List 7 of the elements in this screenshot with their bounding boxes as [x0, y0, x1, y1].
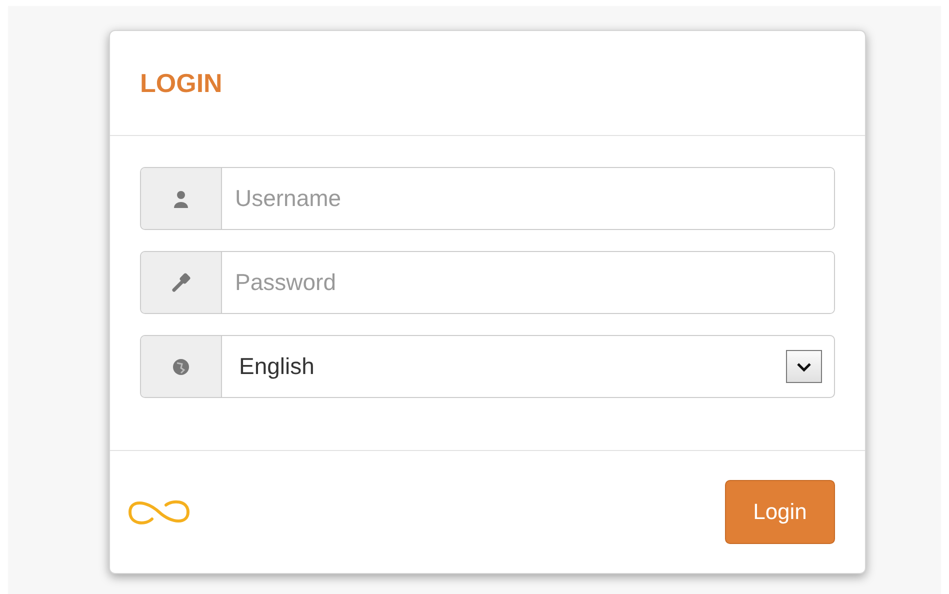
globe-icon	[172, 358, 190, 376]
panel-title: LOGIN	[140, 68, 222, 98]
key-icon	[170, 272, 192, 294]
password-field[interactable]: Password	[140, 251, 835, 314]
username-field[interactable]: Username	[140, 167, 835, 230]
user-icon	[172, 190, 190, 208]
language-dropdown[interactable]: English	[140, 335, 835, 398]
